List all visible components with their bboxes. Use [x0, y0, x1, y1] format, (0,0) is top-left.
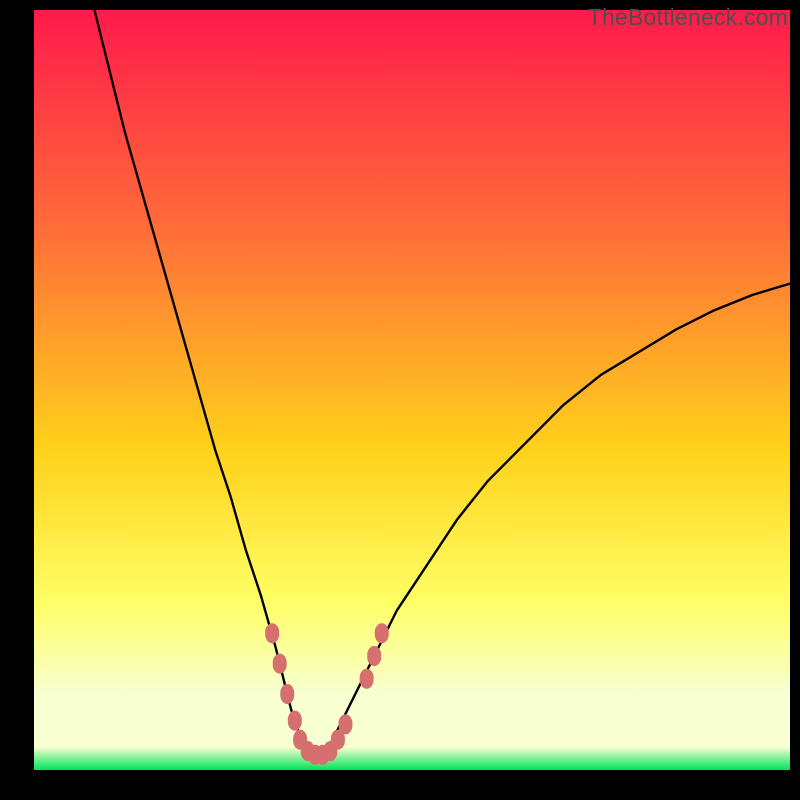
- data-marker: [273, 654, 287, 674]
- data-marker: [265, 623, 279, 643]
- watermark-text: TheBottleneck.com: [588, 4, 788, 31]
- data-marker: [360, 669, 374, 689]
- data-marker: [288, 711, 302, 731]
- chart-frame: TheBottleneck.com: [0, 0, 800, 800]
- data-marker: [338, 714, 352, 734]
- chart-plot: [34, 10, 790, 770]
- data-marker: [367, 646, 381, 666]
- data-marker: [375, 623, 389, 643]
- gradient-background: [34, 10, 790, 770]
- data-marker: [280, 684, 294, 704]
